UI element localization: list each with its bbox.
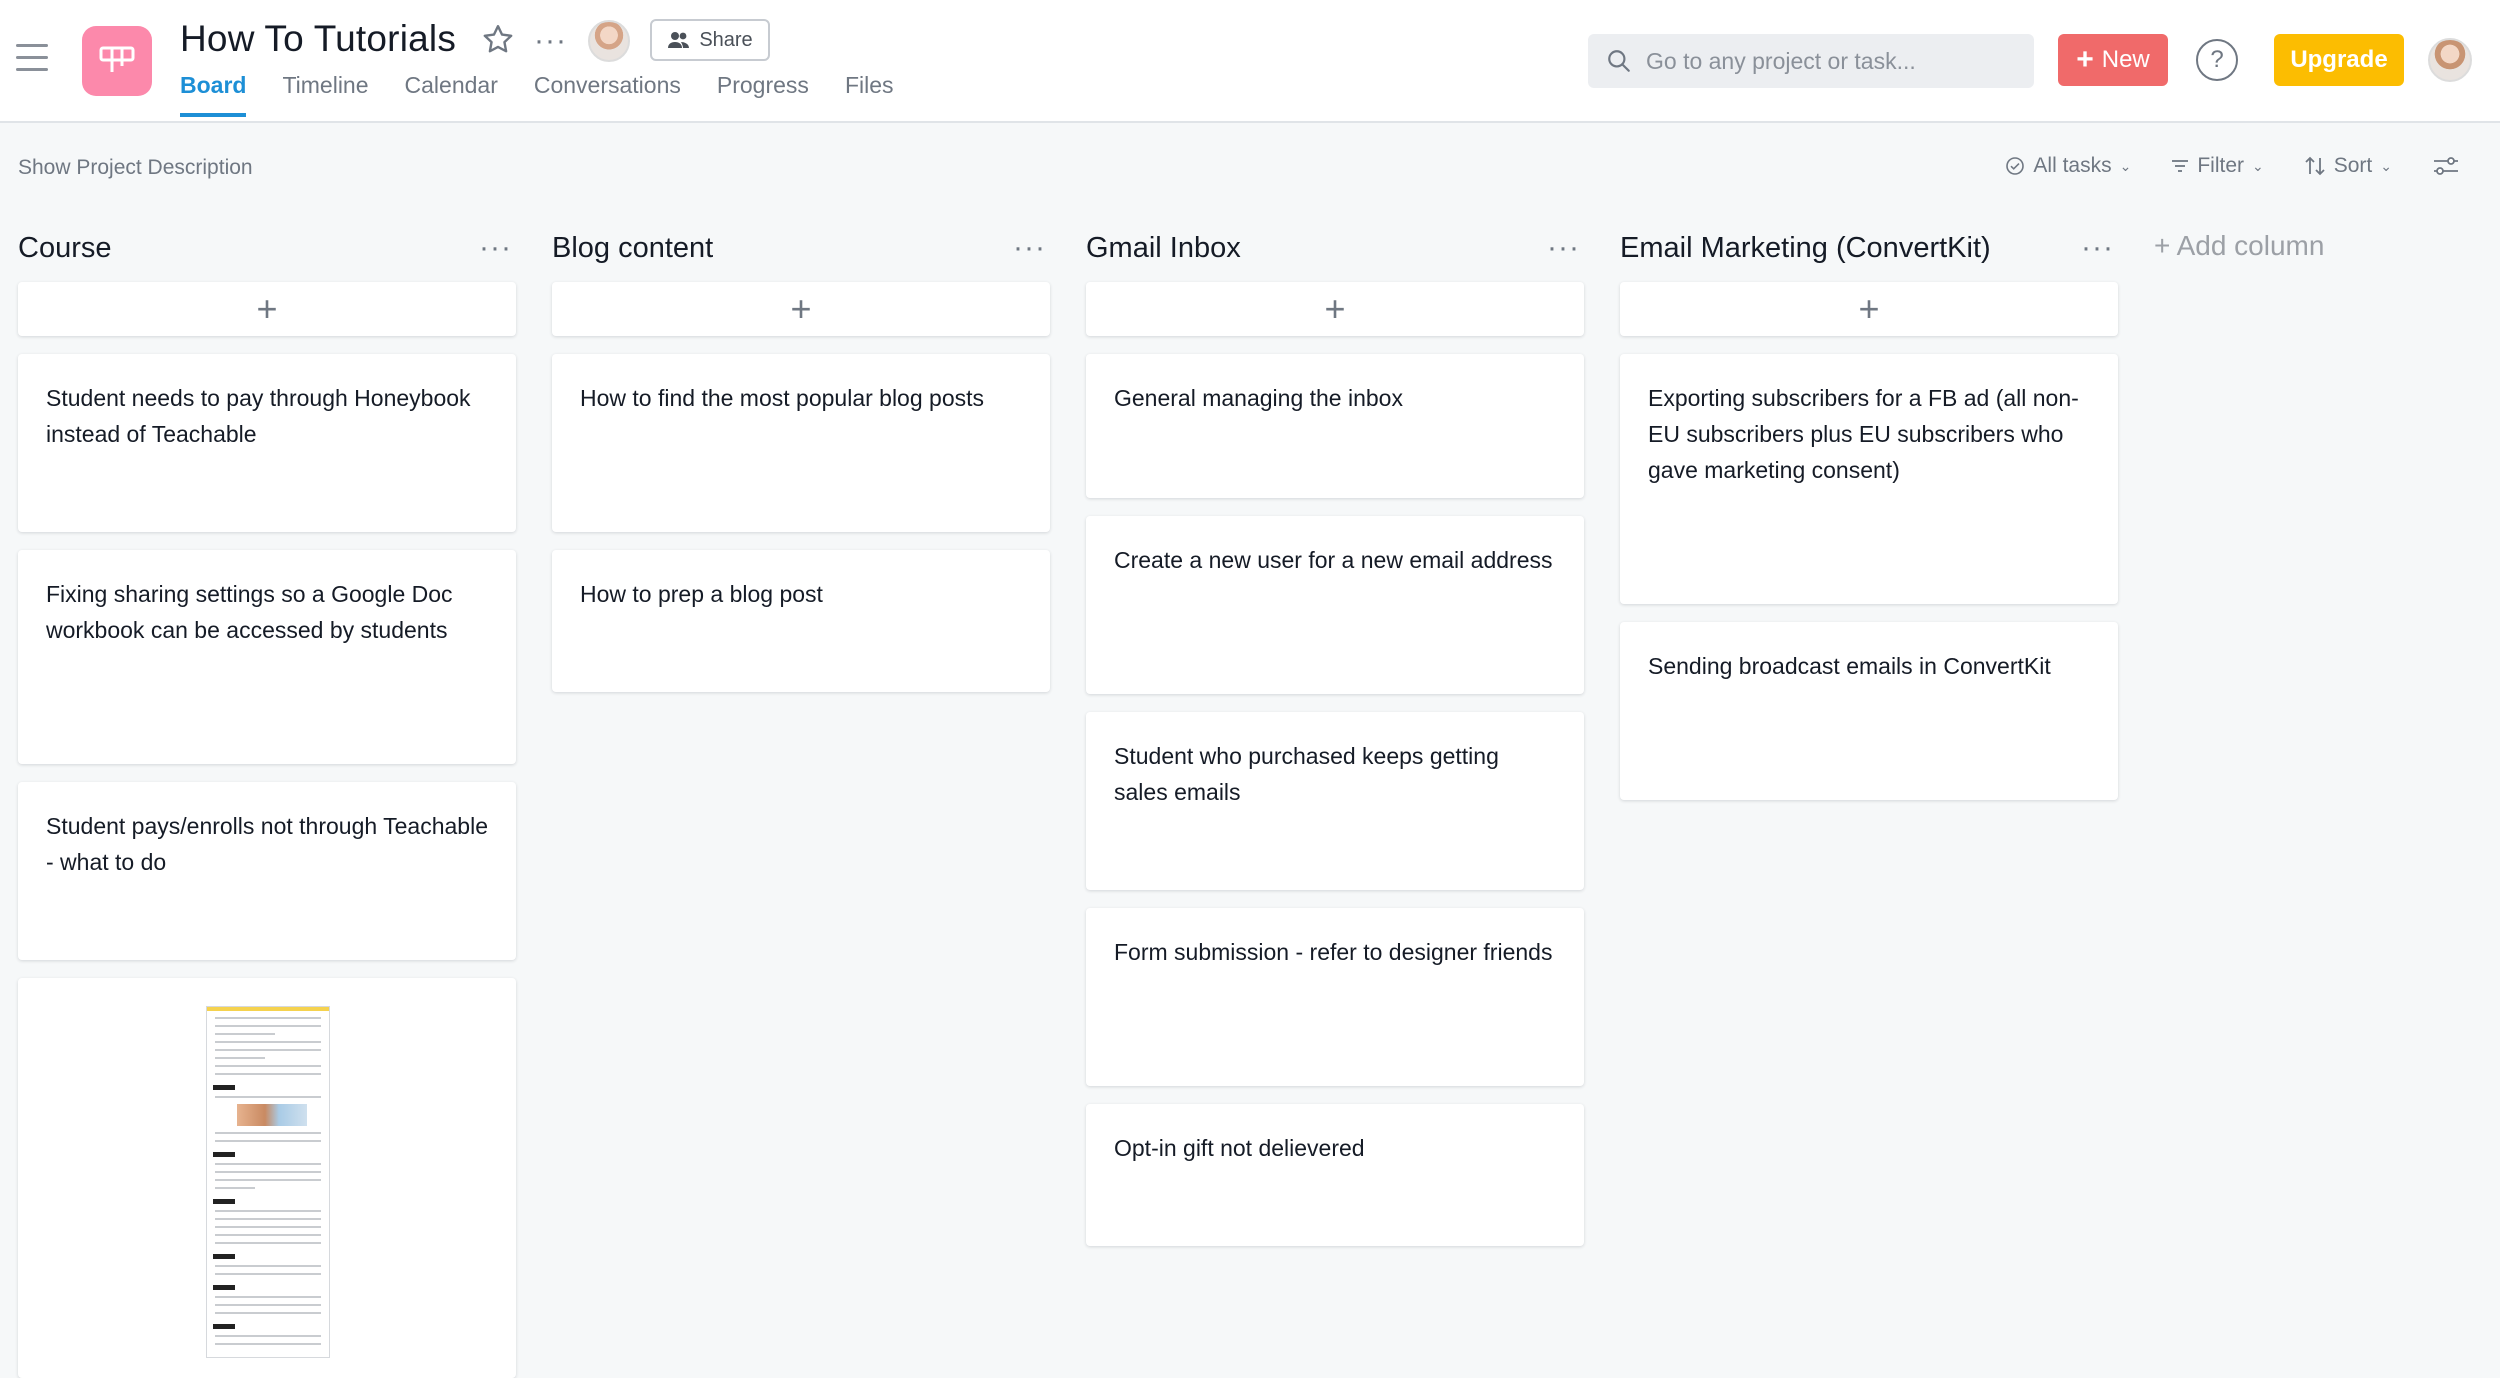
task-card[interactable]: Fixing sharing settings so a Google Doc … xyxy=(18,550,516,764)
new-button[interactable]: + New xyxy=(2058,34,2168,86)
share-label: Share xyxy=(699,28,753,51)
board-column-blog-content: Blog content ··· + How to find the most … xyxy=(552,226,1050,1378)
search-bar[interactable] xyxy=(1588,34,2034,88)
check-circle-icon xyxy=(2006,157,2025,175)
column-title[interactable]: Email Marketing (ConvertKit) xyxy=(1620,232,1991,265)
tab-calendar[interactable]: Calendar xyxy=(405,72,498,117)
task-card[interactable]: Opt-in gift not delievered xyxy=(1086,1104,1584,1246)
user-avatar[interactable] xyxy=(2428,38,2472,82)
sort-label: Sort xyxy=(2333,154,2373,177)
project-title[interactable]: How To Tutorials xyxy=(180,18,456,60)
people-icon xyxy=(668,32,690,48)
column-more-icon[interactable]: ··· xyxy=(479,233,516,263)
add-task-button[interactable]: + xyxy=(18,282,516,336)
task-card[interactable]: Student pays/enrolls not through Teachab… xyxy=(18,782,516,960)
member-avatar[interactable] xyxy=(588,20,630,62)
task-card[interactable]: General managing the inbox xyxy=(1086,354,1584,498)
column-title[interactable]: Course xyxy=(18,232,112,265)
all-tasks-dropdown[interactable]: All tasks ⌄ xyxy=(2005,154,2131,178)
chevron-down-icon: ⌄ xyxy=(2252,157,2264,174)
tab-progress[interactable]: Progress xyxy=(717,72,809,117)
task-card[interactable]: How to find the most popular blog posts xyxy=(552,354,1050,532)
share-button[interactable]: Share xyxy=(650,19,770,61)
tab-timeline[interactable]: Timeline xyxy=(282,72,368,117)
column-title[interactable]: Gmail Inbox xyxy=(1086,232,1241,265)
task-card-attachment[interactable] xyxy=(18,978,516,1378)
search-input[interactable] xyxy=(1646,47,2026,75)
view-controls: All tasks ⌄ Filter ⌄ Sort ⌄ xyxy=(2005,154,2460,178)
menu-icon[interactable] xyxy=(16,44,48,72)
column-more-icon[interactable]: ··· xyxy=(1013,233,1050,263)
filter-dropdown[interactable]: Filter ⌄ xyxy=(2171,154,2264,178)
filter-icon xyxy=(2172,160,2189,172)
search-icon xyxy=(1608,50,1630,72)
document-thumbnail xyxy=(206,1006,330,1358)
task-card[interactable]: Student needs to pay through Honeybook i… xyxy=(18,354,516,532)
column-header: Email Marketing (ConvertKit) ··· xyxy=(1620,226,2118,270)
tab-conversations[interactable]: Conversations xyxy=(534,72,681,117)
task-card[interactable]: Create a new user for a new email addres… xyxy=(1086,516,1584,694)
sliders-icon xyxy=(2434,157,2458,175)
project-more-icon[interactable]: ··· xyxy=(534,26,567,56)
show-description-link[interactable]: Show Project Description xyxy=(18,156,253,180)
tab-board[interactable]: Board xyxy=(180,72,247,117)
board-column-email-marketing: Email Marketing (ConvertKit) ··· + Expor… xyxy=(1620,226,2118,1378)
customize-button[interactable] xyxy=(2432,155,2460,177)
add-task-button[interactable]: + xyxy=(1620,282,2118,336)
chevron-down-icon: ⌄ xyxy=(2119,157,2132,174)
task-card[interactable]: Sending broadcast emails in ConvertKit xyxy=(1620,622,2118,800)
column-header: Blog content ··· xyxy=(552,226,1050,270)
project-board-icon xyxy=(82,26,152,96)
top-bar: How To Tutorials ··· Share Board Timelin… xyxy=(0,0,2500,123)
task-card[interactable]: Student who purchased keeps getting sale… xyxy=(1086,712,1584,890)
all-tasks-label: All tasks xyxy=(2033,154,2112,177)
add-task-button[interactable]: + xyxy=(1086,282,1584,336)
chevron-down-icon: ⌄ xyxy=(2380,157,2392,174)
task-card[interactable]: Form submission - refer to designer frie… xyxy=(1086,908,1584,1086)
task-card[interactable]: Exporting subscribers for a FB ad (all n… xyxy=(1620,354,2118,604)
project-tabs: Board Timeline Calendar Conversations Pr… xyxy=(180,72,894,117)
task-card[interactable]: How to prep a blog post xyxy=(552,550,1050,692)
filter-label: Filter xyxy=(2197,154,2245,177)
upgrade-button[interactable]: Upgrade xyxy=(2274,34,2404,86)
column-more-icon[interactable]: ··· xyxy=(1547,233,1584,263)
star-icon[interactable] xyxy=(480,22,516,58)
column-header: Gmail Inbox ··· xyxy=(1086,226,1584,270)
sort-icon xyxy=(2305,156,2325,176)
board-column-gmail-inbox: Gmail Inbox ··· + General managing the i… xyxy=(1086,226,1584,1378)
board-toolbar: Show Project Description All tasks ⌄ Fil… xyxy=(0,150,2500,190)
help-button[interactable]: ? xyxy=(2196,39,2238,81)
new-label: New xyxy=(2101,46,2150,73)
board-column-course: Course ··· + Student needs to pay throug… xyxy=(18,226,516,1378)
tab-files[interactable]: Files xyxy=(845,72,894,117)
add-column-button[interactable]: + Add column xyxy=(2154,226,2354,1378)
column-header: Course ··· xyxy=(18,226,516,270)
add-task-button[interactable]: + xyxy=(552,282,1050,336)
board: Course ··· + Student needs to pay throug… xyxy=(18,226,2354,1378)
column-title[interactable]: Blog content xyxy=(552,232,713,265)
column-more-icon[interactable]: ··· xyxy=(2081,233,2118,263)
sort-dropdown[interactable]: Sort ⌄ xyxy=(2304,154,2392,178)
plus-icon: + xyxy=(2076,43,2094,76)
